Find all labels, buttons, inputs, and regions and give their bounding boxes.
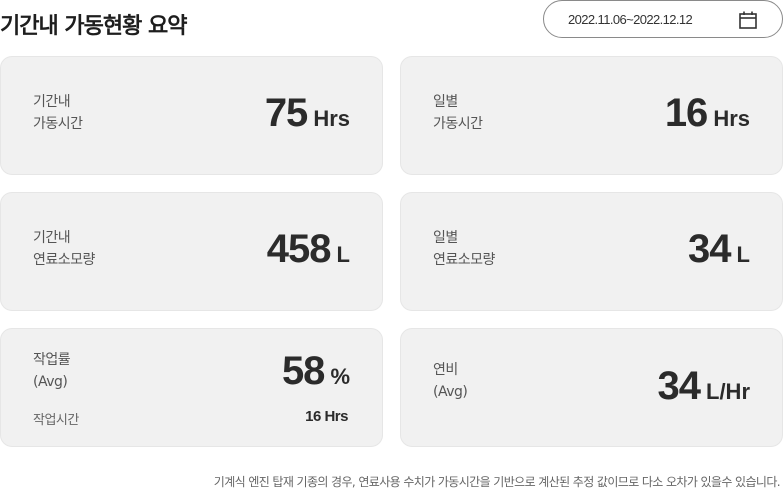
card-daily-fuel: 일별 연료소모량 34 L [400,192,783,311]
work-time-label: 작업시간 [33,413,79,428]
card-label: 연비 (Avg) [433,362,468,400]
metric-value: 458 [266,227,332,271]
metric-unit: Hrs [713,106,750,131]
metric-unit: L [336,242,350,267]
metric-unit: Hrs [313,106,350,131]
card-label: 기간내 연료소모량 [33,230,95,268]
card-metric: 58 % [282,349,350,394]
metric-value: 34 [657,364,701,408]
calendar-icon[interactable] [738,10,758,30]
card-metric: 34 L/Hr [658,364,751,409]
metric-value: 58 [281,349,325,393]
metric-unit: % [330,364,350,389]
card-label: 일별 가동시간 [433,94,483,132]
page-title: 기간내 가동현황 요약 [0,14,187,39]
card-period-runtime: 기간내 가동시간 75 Hrs [0,56,383,175]
metric-value: 34 [688,227,731,271]
work-time-value: 16 Hrs [305,408,348,425]
metric-unit: L/Hr [706,379,750,404]
card-metric: 16 Hrs [665,91,750,136]
card-daily-runtime: 일별 가동시간 16 Hrs [400,56,783,175]
metric-value: 75 [264,91,308,135]
date-range-text: 2022.11.06~2022.12.12 [568,12,693,27]
card-metric: 34 L [688,227,750,272]
card-fuel-efficiency: 연비 (Avg) 34 L/Hr [400,328,783,447]
date-range-picker[interactable]: 2022.11.06~2022.12.12 [543,0,783,38]
card-work-rate: 작업률 (Avg) 58 % 작업시간 16 Hrs [0,328,383,447]
card-label: 작업률 (Avg) [33,352,71,390]
metric-value: 16 [664,91,708,135]
metric-unit: L [736,242,750,267]
footnote-text: 기계식 엔진 탑재 기종의 경우, 연료사용 수치가 가동시간을 기반으로 계산… [213,475,781,489]
card-metric: 75 Hrs [265,91,350,136]
card-label: 기간내 가동시간 [33,94,83,132]
card-label: 일별 연료소모량 [433,230,495,268]
card-metric: 458 L [267,227,350,272]
card-period-fuel: 기간내 연료소모량 458 L [0,192,383,311]
